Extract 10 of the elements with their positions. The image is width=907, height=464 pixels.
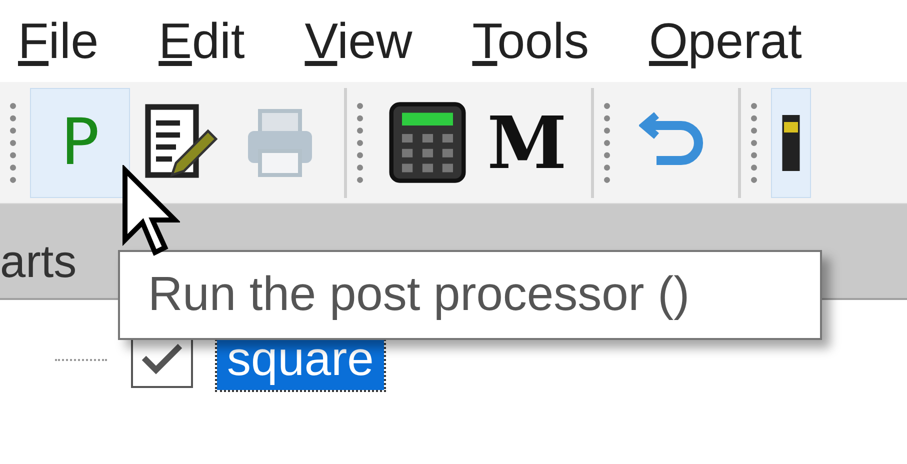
toolbar-button[interactable]: M xyxy=(477,88,577,198)
menu-item[interactable]: Tools xyxy=(472,16,589,66)
tooltip: Run the post processor () xyxy=(118,250,822,340)
toolbar-icon[interactable] xyxy=(771,88,811,198)
toolbar-button[interactable]: P xyxy=(30,88,130,198)
menu-item[interactable]: Edit xyxy=(158,16,245,66)
menu-item[interactable]: View xyxy=(304,16,412,66)
panel-tab[interactable]: arts xyxy=(0,238,77,284)
menu-item[interactable]: Operat xyxy=(648,16,802,66)
menu-item[interactable]: File xyxy=(18,16,99,66)
